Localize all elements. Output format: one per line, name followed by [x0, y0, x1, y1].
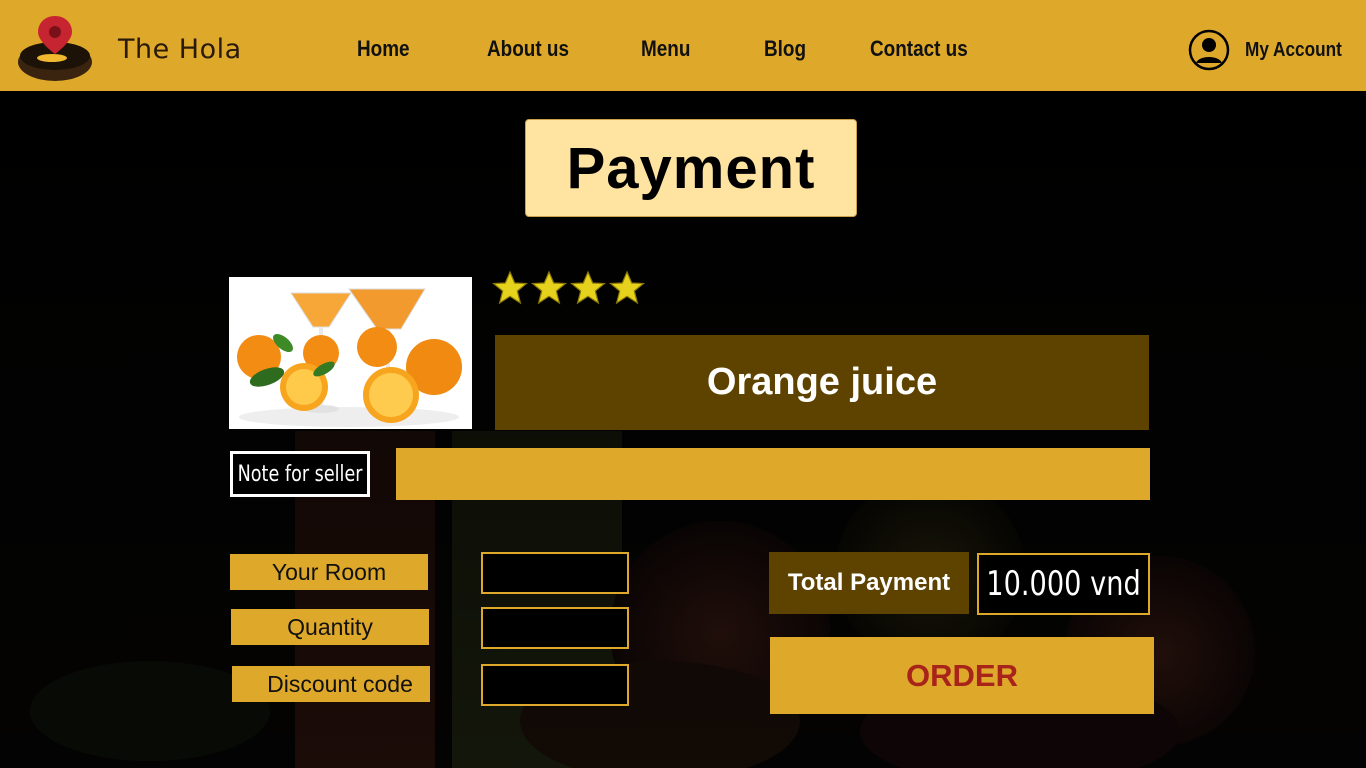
order-button[interactable]: ORDER [770, 637, 1154, 714]
discount-code-input[interactable] [481, 664, 629, 706]
nav-blog[interactable]: Blog [764, 36, 806, 62]
note-label-text: Note for seller [237, 461, 363, 487]
star-icon[interactable] [570, 270, 606, 306]
nav-about-us[interactable]: About us [487, 36, 569, 62]
orange-juice-photo [229, 277, 472, 429]
discount-code-label: Discount code [232, 666, 430, 702]
your-room-label: Your Room [230, 554, 428, 590]
brand-name[interactable]: The Hola [118, 34, 242, 65]
user-circle-icon[interactable] [1188, 29, 1230, 71]
total-payment-value: 10.000 vnd [977, 553, 1150, 615]
quantity-label: Quantity [231, 609, 429, 645]
star-icon[interactable] [609, 270, 645, 306]
star-icon[interactable] [531, 270, 567, 306]
rating-stars[interactable] [492, 270, 645, 306]
bowl-with-location-pin-icon[interactable] [16, 10, 94, 82]
total-payment-label: Total Payment [769, 552, 969, 614]
star-icon[interactable] [492, 270, 528, 306]
your-room-input[interactable] [481, 552, 629, 594]
page-title-box: Payment [525, 119, 857, 217]
page-title: Payment [566, 135, 816, 201]
total-payment-amount: 10.000 vnd [986, 564, 1141, 604]
my-account-link[interactable]: My Account [1245, 39, 1342, 62]
nav-menu[interactable]: Menu [641, 36, 690, 62]
nav-home[interactable]: Home [357, 36, 410, 62]
quantity-input[interactable] [481, 607, 629, 649]
note-for-seller-input[interactable] [396, 448, 1150, 500]
top-header: The Hola Home About us Menu Blog Contact… [0, 0, 1366, 91]
note-for-seller-label: Note for seller [230, 451, 370, 497]
product-name-box: Orange juice [495, 335, 1149, 430]
product-name: Orange juice [706, 361, 938, 403]
nav-contact-us[interactable]: Contact us [870, 36, 968, 62]
